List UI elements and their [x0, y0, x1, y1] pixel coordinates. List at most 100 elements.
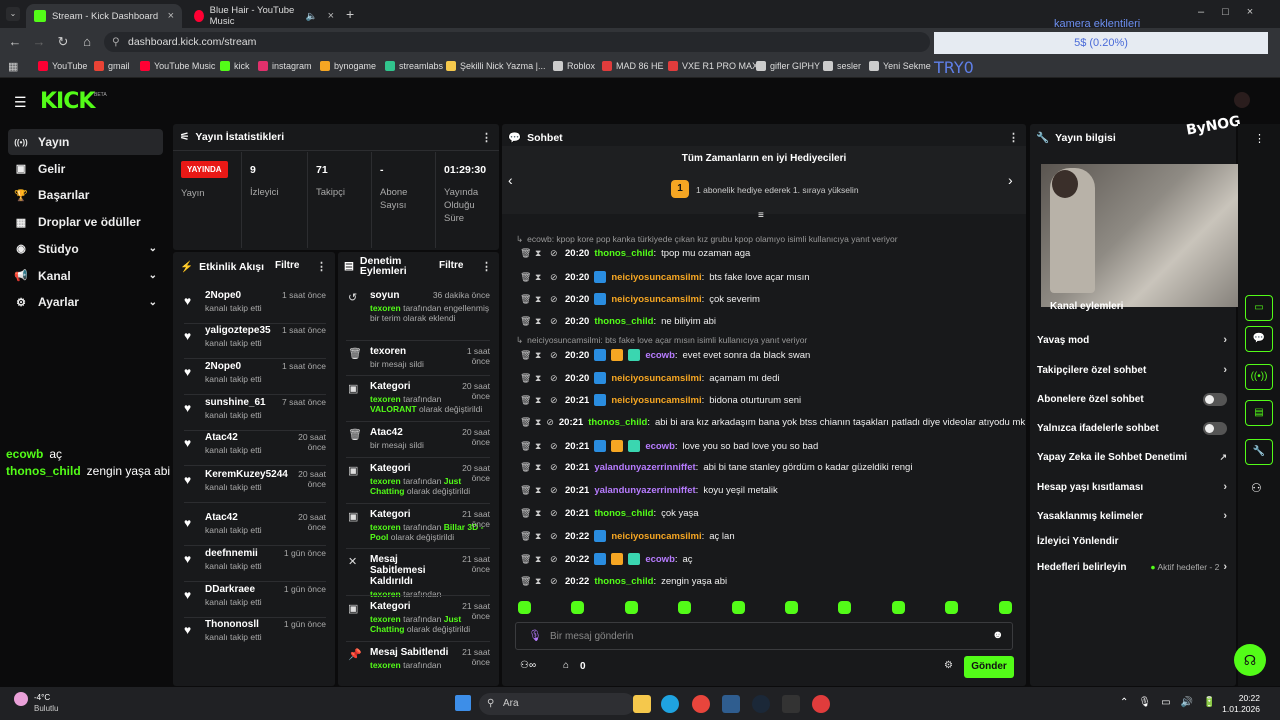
timeout-icon[interactable]: ⧗	[535, 373, 545, 384]
more-options-icon[interactable]: ⋮	[1254, 132, 1265, 145]
delete-icon[interactable]: 🗑	[520, 554, 531, 565]
bookmark-item[interactable]: instagram	[258, 61, 312, 71]
chat-message[interactable]: 🗑 ⧗ ⊘ 20:20 neiciyosuncamsilmi: açamam mı ded…	[520, 372, 1010, 384]
close-tab-icon[interactable]: ×	[168, 10, 174, 22]
delete-icon[interactable]: 🗑	[520, 462, 531, 473]
sidebar-item-1[interactable]: ▣ Gelir	[8, 156, 163, 182]
moderation-item[interactable]: 📌 Mesaj Sabitlendi texoren tarafından 21 sa…	[346, 647, 490, 670]
chat-username[interactable]: thonos_child	[588, 417, 647, 428]
ban-icon[interactable]: ⊘	[550, 462, 560, 473]
more-options-icon[interactable]: ⋮	[481, 260, 492, 273]
setting-6[interactable]: Yasaklanmış kelimeler ›	[1037, 510, 1227, 522]
setting-5[interactable]: Hesap yaşı kısıtlaması ›	[1037, 481, 1227, 493]
list-item[interactable]: ♥ 2Nope0 kanalı takip etti 1 saat önce	[184, 361, 326, 384]
delete-icon[interactable]: 🗑	[520, 248, 531, 259]
bookmark-item[interactable]: gmail	[94, 61, 130, 71]
file-explorer-icon[interactable]	[633, 695, 651, 713]
moderator-name[interactable]: texoren	[370, 589, 401, 599]
timeout-icon[interactable]: ⧗	[535, 441, 545, 452]
emote-icon[interactable]	[945, 601, 959, 614]
setting-0[interactable]: Yavaş mod ›	[1037, 334, 1227, 346]
setting-1[interactable]: Takipçilere özel sohbet ›	[1037, 364, 1227, 376]
setting-7[interactable]: İzleyici Yönlendir	[1037, 536, 1227, 547]
bookmark-item[interactable]: gifler GIPHY	[756, 61, 820, 71]
delete-icon[interactable]: 🗑	[520, 417, 531, 428]
sidebar-item-2[interactable]: 🏆 Başarılar	[8, 182, 163, 208]
ban-icon[interactable]: ⊘	[550, 531, 560, 542]
ban-icon[interactable]: ⊘	[550, 272, 560, 283]
chat-username[interactable]: neiciyosuncamsilmi	[611, 531, 701, 542]
list-item[interactable]: ♥ sunshine_61 kanalı takip etti 7 saat önce	[184, 397, 326, 420]
timeout-icon[interactable]: ⧗	[535, 316, 545, 327]
bookmark-item[interactable]: bynogame	[320, 61, 376, 71]
bookmark-item[interactable]: YouTube	[38, 61, 87, 71]
ban-icon[interactable]: ⊘	[550, 554, 560, 565]
chat-message[interactable]: 🗑 ⧗ ⊘ 20:22 ecowb: aç	[520, 553, 1010, 565]
bookmark-item[interactable]: sesler	[823, 61, 861, 71]
chat-username[interactable]: thonos_child	[594, 316, 653, 327]
moderation-item[interactable]: 🗑 Atac42 bir mesajı sildi 20 saat önce	[346, 427, 490, 450]
emote-icon[interactable]	[891, 601, 905, 614]
moderator-name[interactable]: texoren	[370, 394, 401, 404]
moderation-item[interactable]: 🗑 texoren bir mesajı sildi 1 saat önce	[346, 346, 490, 369]
moderator-name[interactable]: texoren	[370, 303, 401, 313]
bookmark-item[interactable]: MAD 86 HE	[602, 61, 664, 71]
timeout-icon[interactable]: ⧗	[535, 248, 545, 259]
list-item[interactable]: ♥ Thononosll kanalı takip etti 1 gün önce	[184, 619, 326, 642]
emote-icon[interactable]	[624, 601, 638, 614]
chat-settings-icon[interactable]: ⚙	[944, 660, 953, 671]
bookmark-item[interactable]: Şekilli Nick Yazma |...	[446, 61, 546, 71]
speaker-icon[interactable]: 🔈	[306, 11, 318, 22]
delete-icon[interactable]: 🗑	[520, 373, 531, 384]
timeout-icon[interactable]: ⧗	[535, 531, 545, 542]
chat-message[interactable]: 🗑 ⧗ ⊘ 20:20 neiciyosuncamsilmi: çok severim	[520, 293, 1010, 305]
tab-kick-dashboard[interactable]: Stream - Kick Dashboard ×	[26, 4, 182, 28]
delete-icon[interactable]: 🗑	[520, 395, 531, 406]
windows-start-icon[interactable]	[455, 695, 471, 711]
setting-2[interactable]: Abonelere özel sohbet	[1037, 393, 1227, 406]
chat-message[interactable]: 🗑 ⧗ ⊘ 20:20 ecowb: evet evet sonra da black s…	[520, 349, 1010, 361]
chat-message[interactable]: 🗑 ⧗ ⊘ 20:20 thonos_child: tpop mu ozaman aga	[520, 248, 1010, 259]
moderator-name[interactable]: texoren	[370, 660, 401, 670]
moderator-name[interactable]: texoren	[370, 476, 401, 486]
send-button[interactable]: Gönder	[964, 656, 1014, 678]
delete-icon[interactable]: 🗑	[520, 531, 531, 542]
bookmark-item[interactable]: kick	[220, 61, 250, 71]
timeout-icon[interactable]: ⧗	[535, 508, 545, 519]
more-options-icon[interactable]: ⋮	[1008, 131, 1019, 144]
list-item[interactable]: ♥ DDarkraee kanalı takip etti 1 gün önce	[184, 584, 326, 607]
settings-tool-icon[interactable]: 🔧	[1245, 439, 1273, 465]
chat-username[interactable]: neiciyosuncamsilmi	[611, 294, 701, 305]
ban-icon[interactable]: ⊘	[550, 294, 560, 305]
chat-message[interactable]: 🗑 ⧗ ⊘ 20:21 ecowb: love you so bad love you s…	[520, 440, 1010, 452]
delete-icon[interactable]: 🗑	[520, 576, 531, 587]
timeout-icon[interactable]: ⧗	[535, 294, 545, 305]
new-tab-button[interactable]: +	[346, 6, 354, 22]
emote-icon[interactable]	[571, 601, 585, 614]
chevron-right-icon[interactable]: ›	[1223, 364, 1227, 376]
bookmark-item[interactable]: streamlabs	[385, 61, 443, 71]
emote-icon[interactable]	[518, 601, 531, 614]
timeout-icon[interactable]: ⧗	[535, 350, 545, 361]
toggle-switch[interactable]	[1203, 422, 1227, 435]
ban-icon[interactable]: ⊘	[546, 417, 554, 428]
chat-username[interactable]: ecowb	[645, 441, 675, 452]
setting-8[interactable]: Hedefleri belirleyin ● Aktif hedefler - 2…	[1037, 561, 1227, 573]
chat-username[interactable]: neiciyosuncamsilmi	[611, 272, 701, 283]
bookmark-item[interactable]: Roblox	[553, 61, 595, 71]
sidebar-item-5[interactable]: 📢 Kanal ⌄	[8, 263, 163, 289]
avatar[interactable]	[1234, 92, 1250, 108]
timeout-icon[interactable]: ⧗	[535, 272, 545, 283]
url-input[interactable]: ⚲ dashboard.kick.com/stream	[104, 32, 930, 52]
ban-icon[interactable]: ⊘	[550, 485, 560, 496]
moderation-filter-button[interactable]: Filtre	[439, 260, 463, 271]
tab-search-icon[interactable]: ⌄	[6, 7, 20, 21]
bookmark-item[interactable]: VXE R1 PRO MAX	[668, 61, 758, 71]
chat-message[interactable]: 🗑 ⧗ ⊘ 20:22 neiciyosuncamsilmi: aç lan	[520, 530, 1010, 542]
community-icon[interactable]: ⚇	[1251, 481, 1262, 495]
kick-logo[interactable]: KICK	[40, 89, 95, 114]
emote-icon[interactable]	[998, 601, 1012, 614]
chat-username[interactable]: neiciyosuncamsilmi	[611, 395, 701, 406]
microphone-icon[interactable]: 🎙	[528, 629, 542, 642]
chat-message[interactable]: 🗑 ⧗ ⊘ 20:21 thonos_child: çok yaşa	[520, 508, 1010, 519]
